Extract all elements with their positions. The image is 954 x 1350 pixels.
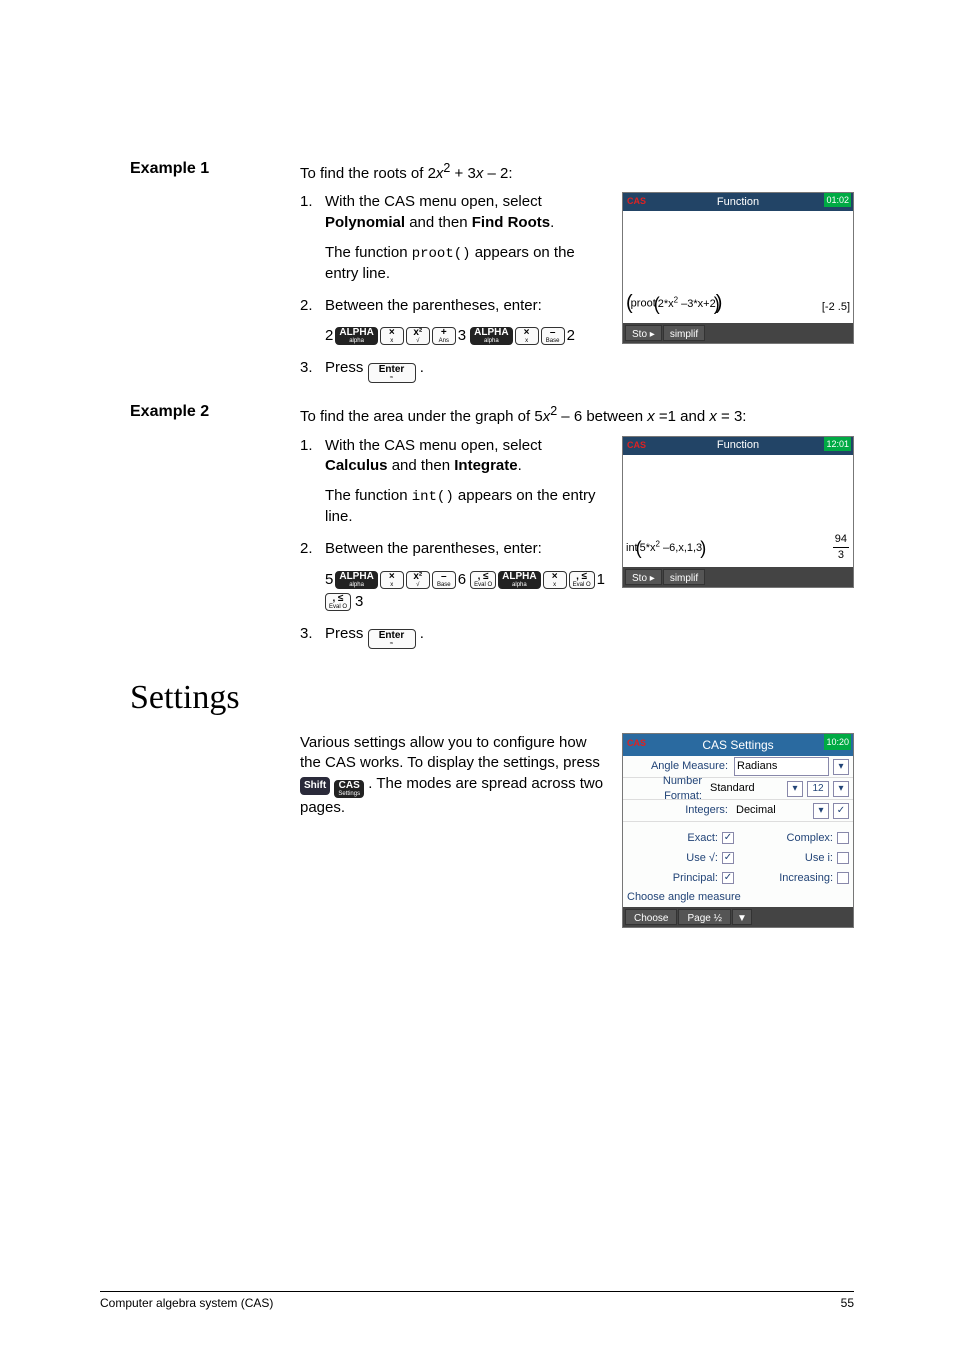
integers-check[interactable]: ✓	[833, 803, 849, 819]
angle-measure-label: Angle Measure:	[627, 759, 734, 774]
sto-button[interactable]: Sto ▸	[625, 325, 662, 341]
principal-check[interactable]: ✓	[722, 872, 734, 884]
help-msg: Choose angle measure	[623, 888, 853, 907]
dropdown-icon[interactable]: ▾	[833, 759, 849, 775]
number-format-label: Number Format:	[627, 774, 708, 804]
ex1-func: The function proot() appears on the entr…	[325, 243, 607, 284]
ex2-step2: Between the parentheses, enter:	[325, 539, 607, 559]
xsq-key-2: x²√	[406, 571, 430, 589]
principal-label: Principal:	[627, 871, 722, 886]
cas-settings-screenshot: CAS CAS Settings 10:20 Angle Measure: Ra…	[622, 733, 854, 928]
ex1-expr: 2*x2 –3*x+2	[658, 298, 716, 310]
xsq-key: x²√	[406, 327, 430, 345]
dropdown-icon-4[interactable]: ▾	[813, 803, 829, 819]
x-key-2: ×x	[515, 327, 539, 345]
ex1-keyseq: 2 ALPHAalpha ×x x²√ +Ans 3 ALPHAalpha ×x…	[325, 326, 607, 346]
use-sqrt-label: Use √:	[627, 851, 722, 866]
exact-label: Exact:	[627, 831, 722, 846]
x-key-4: ×x	[543, 571, 567, 589]
comma-key-2: , ≤Eval O	[569, 571, 595, 589]
integers-value[interactable]: Decimal	[734, 802, 809, 819]
ex1-lead: To find the roots of 2x2 + 3x – 2:	[300, 165, 513, 182]
ex1-step3: Press Enter≈ .	[325, 358, 607, 383]
example2-label: Example 2	[130, 403, 300, 421]
integers-label: Integers:	[627, 803, 734, 818]
simplif-button[interactable]: simplif	[663, 325, 705, 341]
number-format-value[interactable]: Standard	[708, 780, 783, 797]
example1-label: Example 1	[130, 160, 300, 178]
ex1-calc-screenshot: CAS Function 01:02 (proot(2*x2 –3*x+2)) …	[622, 192, 854, 344]
sto-button-2[interactable]: Sto ▸	[625, 569, 662, 585]
minus-key-2: –Base	[432, 571, 456, 589]
comma-key: , ≤Eval O	[470, 571, 496, 589]
footer-page-number: 55	[841, 1296, 854, 1310]
comma-key-3: , ≤Eval O	[325, 593, 351, 611]
minus-key: –Base	[541, 327, 565, 345]
enter-key: Enter≈	[368, 363, 416, 383]
shift-key: Shift	[300, 777, 330, 795]
ex2-step3: Press Enter≈ .	[325, 624, 607, 649]
ex2-lead: To find the area under the graph of 5x2 …	[300, 408, 746, 425]
ex1-step2: Between the parentheses, enter:	[325, 296, 607, 316]
plus-key: +Ans	[432, 327, 456, 345]
increasing-check[interactable]	[837, 872, 849, 884]
enter-key-2: Enter≈	[368, 629, 416, 649]
complex-label: Complex:	[742, 831, 837, 846]
settings-heading: Settings	[130, 679, 854, 717]
digits-value[interactable]: 12	[807, 781, 829, 797]
angle-measure-value[interactable]: Radians	[734, 757, 829, 776]
ex2-func: The function int() appears on the entry …	[325, 486, 607, 527]
dropdown-icon-2[interactable]: ▾	[787, 781, 803, 797]
choose-button[interactable]: Choose	[625, 909, 677, 925]
increasing-label: Increasing:	[742, 871, 837, 886]
cas-key: CASSettings	[334, 780, 364, 798]
ex2-keyseq: 5 ALPHAalpha ×x x²√ –Base 6 , ≤Eval O AL…	[325, 570, 607, 613]
simplif-button-2[interactable]: simplif	[663, 569, 705, 585]
ex1-step1: With the CAS menu open, select Polynomia…	[325, 192, 607, 233]
settings-body: Various settings allow you to configure …	[300, 734, 603, 816]
use-i-check[interactable]	[837, 852, 849, 864]
ex2-result: 94 3	[833, 532, 849, 563]
x-key-3: ×x	[380, 571, 404, 589]
page-button[interactable]: Page ½	[678, 909, 730, 925]
alpha-key-2: ALPHAalpha	[470, 327, 512, 345]
use-i-label: Use i:	[742, 851, 837, 866]
ex1-result: [-2 .5]	[822, 300, 850, 315]
alpha-key-3: ALPHAalpha	[335, 571, 377, 589]
down-button[interactable]: ▼	[732, 909, 752, 925]
x-key: ×x	[380, 327, 404, 345]
ex2-expr: 5*x2 –6,x,1,3	[640, 542, 703, 554]
complex-check[interactable]	[837, 832, 849, 844]
ex2-step1: With the CAS menu open, select Calculus …	[325, 436, 607, 477]
footer-left: Computer algebra system (CAS)	[100, 1296, 273, 1310]
use-sqrt-check[interactable]: ✓	[722, 852, 734, 864]
dropdown-icon-3[interactable]: ▾	[833, 781, 849, 797]
exact-check[interactable]: ✓	[722, 832, 734, 844]
alpha-key: ALPHAalpha	[335, 327, 377, 345]
alpha-key-4: ALPHAalpha	[498, 571, 540, 589]
ex2-calc-screenshot: CAS Function 12:01 int(5*x2 –6,x,1,3) 94…	[622, 436, 854, 588]
page-footer: Computer algebra system (CAS) 55	[100, 1291, 854, 1310]
